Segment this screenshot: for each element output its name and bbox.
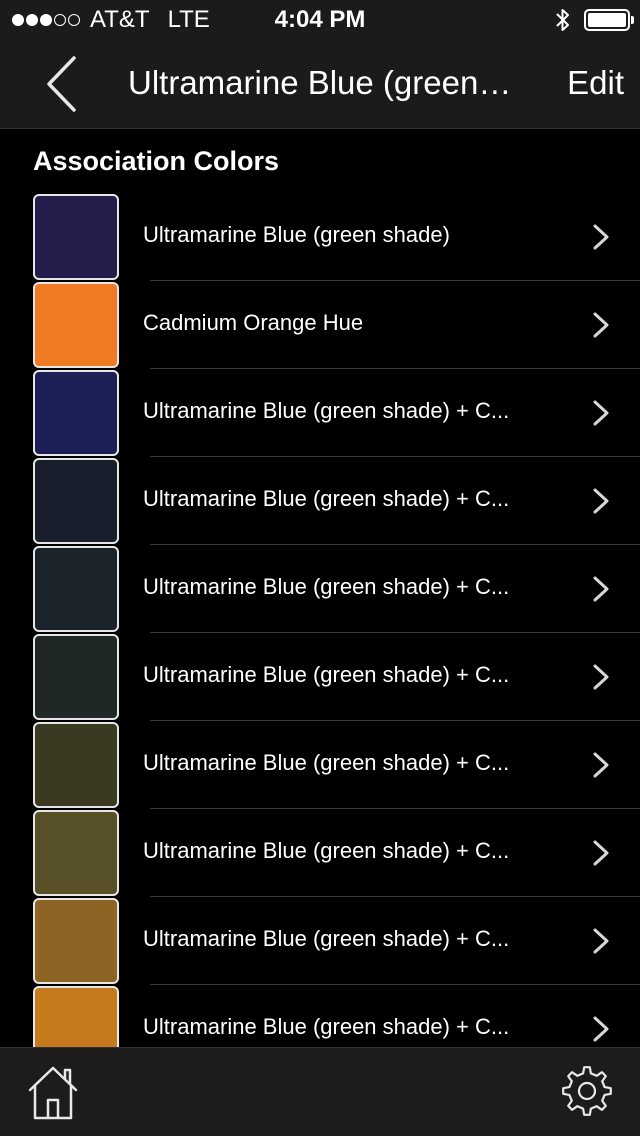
color-swatch [33, 546, 119, 632]
tab-bar [0, 1047, 640, 1136]
color-row[interactable]: Ultramarine Blue (green shade) [0, 193, 640, 281]
color-name: Ultramarine Blue (green shade) + C... [143, 926, 510, 951]
color-row[interactable]: Cadmium Orange Hue [0, 281, 640, 369]
bluetooth-icon [556, 9, 569, 31]
color-name: Cadmium Orange Hue [143, 310, 364, 335]
chevron-right-icon [593, 312, 609, 338]
gear-icon [562, 1066, 612, 1116]
chevron-right-icon [593, 928, 609, 954]
top-bar: AT&T LTE 4:04 PM Ultramarine Blue (green… [0, 0, 640, 129]
color-row[interactable]: Ultramarine Blue (green shade) + C... [0, 545, 640, 633]
color-name: Ultramarine Blue (green shade) + C... [143, 574, 510, 599]
status-right [556, 6, 634, 34]
status-time: 4:04 PM [274, 6, 366, 33]
color-swatch [33, 194, 119, 280]
color-swatch [33, 898, 119, 984]
color-name: Ultramarine Blue (green shade) + C... [143, 1014, 510, 1039]
color-row[interactable]: Ultramarine Blue (green shade) + C... [0, 633, 640, 721]
chevron-right-icon [593, 752, 609, 778]
edit-button[interactable]: Edit [567, 64, 624, 102]
chevron-left-icon [47, 56, 76, 112]
page-title: Ultramarine Blue (green… [128, 64, 512, 101]
chevron-right-icon [593, 840, 609, 866]
color-name: Ultramarine Blue (green shade) + C... [143, 398, 510, 423]
color-swatch [33, 722, 119, 808]
chevron-right-icon [593, 576, 609, 602]
color-row[interactable]: Ultramarine Blue (green shade) + C... [0, 897, 640, 985]
navigation-bar: Ultramarine Blue (green… Edit [0, 40, 640, 128]
color-swatch [33, 634, 119, 720]
color-row[interactable]: Ultramarine Blue (green shade) + C... [0, 369, 640, 457]
color-name: Ultramarine Blue (green shade) + C... [143, 750, 510, 775]
color-row[interactable]: Ultramarine Blue (green shade) + C... [0, 721, 640, 809]
section-header: Association Colors [33, 146, 280, 176]
chevron-right-icon [593, 664, 609, 690]
status-bar: AT&T LTE 4:04 PM [0, 0, 640, 40]
color-swatch [33, 810, 119, 896]
chevron-right-icon [593, 400, 609, 426]
color-row[interactable]: Ultramarine Blue (green shade) + C... [0, 457, 640, 545]
color-swatch [33, 458, 119, 544]
chevron-right-icon [593, 488, 609, 514]
home-icon [28, 1066, 78, 1120]
color-row[interactable]: Ultramarine Blue (green shade) + C... [0, 809, 640, 897]
color-name: Ultramarine Blue (green shade) + C... [143, 662, 510, 687]
color-name: Ultramarine Blue (green shade) [143, 222, 450, 247]
color-swatch [33, 370, 119, 456]
home-button[interactable] [26, 1062, 80, 1122]
color-name: Ultramarine Blue (green shade) + C... [143, 486, 510, 511]
chevron-right-icon [593, 1016, 609, 1042]
battery-level [588, 13, 626, 27]
association-colors-list: Ultramarine Blue (green shade) Cadmium Or… [0, 193, 640, 1073]
color-name: Ultramarine Blue (green shade) + C... [143, 838, 510, 863]
chevron-right-icon [593, 224, 609, 250]
screen: AT&T LTE 4:04 PM Ultramarine Blue (green… [0, 0, 640, 1136]
back-button[interactable] [40, 54, 90, 114]
color-swatch [33, 282, 119, 368]
battery-icon [584, 9, 634, 31]
settings-button[interactable] [560, 1064, 614, 1118]
